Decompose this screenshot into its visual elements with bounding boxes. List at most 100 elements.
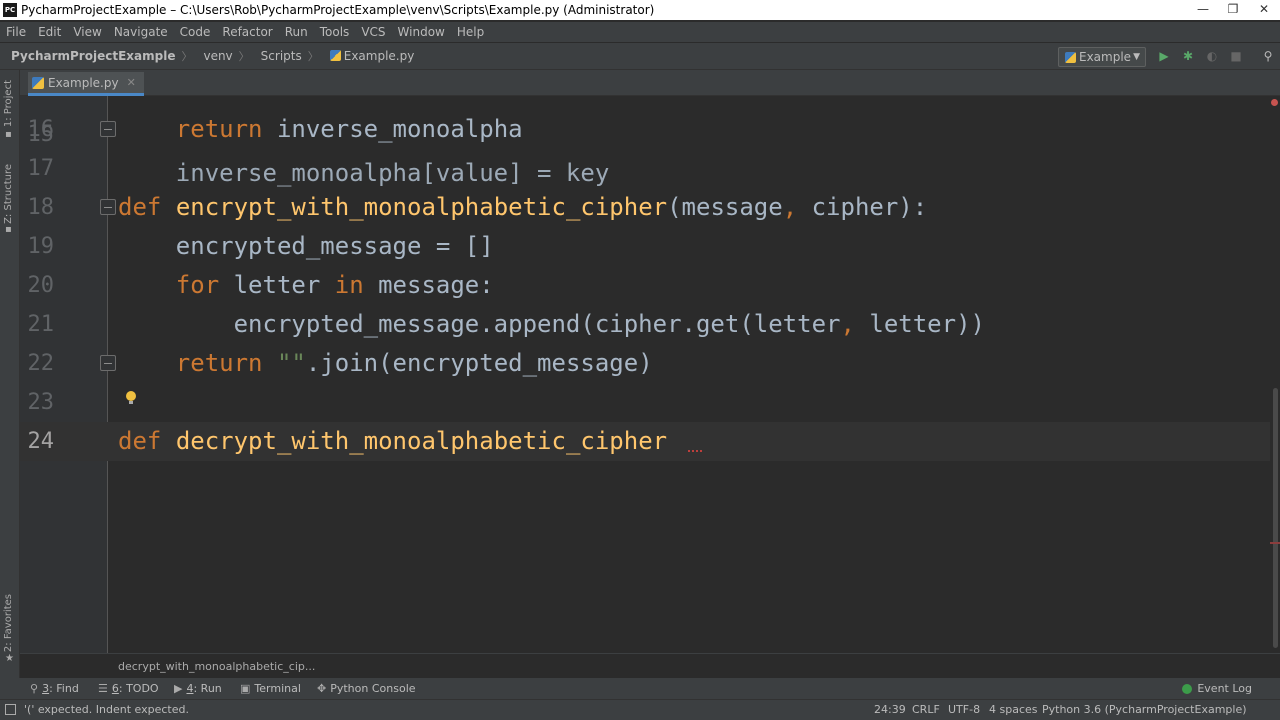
breadcrumb-file[interactable]: Example.py — [319, 49, 414, 63]
debug-icon[interactable]: ✱ — [1180, 48, 1196, 64]
todo-label: : TODO — [118, 682, 159, 695]
terminal-label: Terminal — [254, 682, 301, 695]
python-file-icon — [329, 50, 341, 61]
code-token: message: — [363, 271, 494, 299]
python-interpreter[interactable]: Python 3.6 (PycharmProjectExample) — [1042, 703, 1247, 716]
close-button[interactable]: ✕ — [1248, 0, 1280, 18]
code-line[interactable]: 22 return "".join(encrypted_message) — [20, 344, 1274, 383]
tab-label: Example.py — [48, 75, 119, 90]
close-tab-icon[interactable]: ✕ — [127, 76, 136, 89]
structure-tool-button[interactable]: Z: Structure — [3, 164, 14, 224]
keyword-token: return — [175, 115, 263, 143]
line-number: 24 — [27, 429, 55, 454]
menu-refactor[interactable]: Refactor — [216, 25, 278, 39]
menu-bar: File Edit View Navigate Code Refactor Ru… — [0, 22, 1280, 42]
code-token: (message — [667, 193, 783, 221]
breadcrumb-venv[interactable]: venv — [192, 49, 232, 63]
run-icon[interactable]: ▶ — [1156, 48, 1172, 64]
find-label: : Find — [49, 682, 79, 695]
menu-run[interactable]: Run — [279, 25, 314, 39]
python-file-icon — [32, 76, 44, 89]
keyword-token: , — [782, 193, 798, 221]
breadcrumb-separator-icon: 〉 — [238, 50, 250, 63]
breadcrumb-separator-icon: 〉 — [307, 50, 319, 63]
function-breadcrumb[interactable]: decrypt_with_monoalphabetic_cip... — [118, 660, 315, 673]
indent-setting[interactable]: 4 spaces — [989, 703, 1038, 716]
list-icon: ☰ — [98, 682, 108, 695]
scrollbar-thumb[interactable] — [1273, 388, 1278, 648]
code-token: .join(encrypted_message) — [305, 349, 653, 377]
play-icon: ▶ — [174, 682, 183, 695]
menu-file[interactable]: File — [0, 25, 32, 39]
fold-marker-icon[interactable] — [100, 199, 116, 215]
star-icon: ★ — [5, 653, 14, 664]
project-tool-button[interactable]: 1: Project — [3, 80, 14, 127]
search-everywhere-icon[interactable]: ⚲ — [1260, 48, 1276, 64]
navigation-bar: PycharmProjectExample 〉 venv 〉 Scripts 〉… — [0, 43, 1280, 70]
code-text: def decrypt_with_monoalphabetic_cipher — [118, 422, 667, 461]
line-separator[interactable]: CRLF — [912, 703, 940, 716]
menu-view[interactable]: View — [67, 25, 107, 39]
line-number: 16 — [27, 117, 55, 142]
code-line[interactable]: 19 encrypted_message = [] — [20, 227, 1274, 266]
code-token: cipher): — [797, 193, 928, 221]
code-line[interactable]: 24 def decrypt_with_monoalphabetic_cipher — [20, 422, 1274, 461]
menu-navigate[interactable]: Navigate — [108, 25, 174, 39]
find-tool-button[interactable]: ⚲ 3: Find — [30, 682, 79, 695]
run-tool-button[interactable]: ▶ 4: Run — [174, 682, 222, 695]
menu-vcs[interactable]: VCS — [355, 25, 391, 39]
python-console-tool-button[interactable]: ✥ Python Console — [317, 682, 416, 695]
error-marker[interactable] — [1270, 542, 1280, 544]
keyword-token: def — [118, 427, 162, 455]
caret-position[interactable]: 24:39 — [874, 703, 906, 716]
terminal-tool-button[interactable]: ▣ Terminal — [240, 682, 301, 695]
todo-tool-button[interactable]: ☰ 6: TODO — [98, 682, 159, 695]
run-configuration-select[interactable]: Example ▼ — [1058, 47, 1146, 67]
maximize-button[interactable]: ❐ — [1218, 0, 1248, 18]
code-line[interactable]: 23 — [20, 383, 1274, 422]
error-stripe[interactable] — [1270, 96, 1280, 653]
menu-tools[interactable]: Tools — [314, 25, 356, 39]
event-log-label: Event Log — [1197, 682, 1252, 695]
fold-marker-icon[interactable] — [100, 355, 116, 371]
keyword-token: , — [840, 310, 855, 338]
minimize-button[interactable]: — — [1188, 0, 1218, 18]
keyword-token: def — [118, 193, 162, 221]
coverage-icon[interactable]: ◐ — [1204, 48, 1220, 64]
event-log-button[interactable]: Event Log — [1182, 682, 1252, 695]
code-line[interactable]: 20 for letter in message: — [20, 266, 1274, 305]
left-tool-strip: 1: Project ▪ Z: Structure ▪ 2: Favorites… — [0, 70, 20, 678]
keyword-token: for — [175, 271, 220, 299]
code-editor[interactable]: 15 inverse_monoalpha[value] = key 16 ret… — [20, 96, 1274, 653]
menu-window[interactable]: Window — [392, 25, 451, 39]
menu-edit[interactable]: Edit — [32, 25, 67, 39]
code-line[interactable]: 18 def encrypt_with_monoalphabetic_cipher… — [20, 188, 1274, 227]
line-number: 23 — [27, 390, 55, 415]
menu-code[interactable]: Code — [174, 25, 217, 39]
menu-help[interactable]: Help — [451, 25, 490, 39]
breadcrumb-scripts[interactable]: Scripts — [250, 49, 302, 63]
run-key: 4 — [186, 682, 194, 695]
code-line[interactable]: 17 — [20, 149, 1274, 188]
toggle-tool-windows-icon[interactable] — [5, 704, 16, 715]
run-configuration-label: Example — [1079, 50, 1132, 64]
lightbulb-icon[interactable] — [126, 391, 136, 404]
code-line[interactable]: 21 encrypted_message.append(cipher.get(l… — [20, 305, 1274, 344]
python-console-label: Python Console — [330, 682, 416, 695]
editor-tab-bar: Example.py ✕ — [20, 70, 1280, 96]
favorites-tool-button[interactable]: 2: Favorites — [3, 594, 14, 652]
tab-example-py[interactable]: Example.py ✕ — [28, 72, 144, 96]
stop-icon[interactable]: ■ — [1228, 48, 1244, 64]
breadcrumb-project[interactable]: PycharmProjectExample — [0, 49, 175, 63]
error-indicator-icon[interactable] — [1271, 99, 1278, 106]
fold-marker-icon[interactable] — [100, 121, 116, 137]
status-bar: '(' expected. Indent expected. 24:39 CRL… — [0, 699, 1280, 720]
file-encoding[interactable]: UTF-8 — [948, 703, 980, 716]
line-number: 21 — [27, 312, 55, 337]
code-line[interactable]: 16 return inverse_monoalpha — [20, 110, 1274, 149]
code-text: def encrypt_with_monoalphabetic_cipher(m… — [118, 188, 927, 227]
